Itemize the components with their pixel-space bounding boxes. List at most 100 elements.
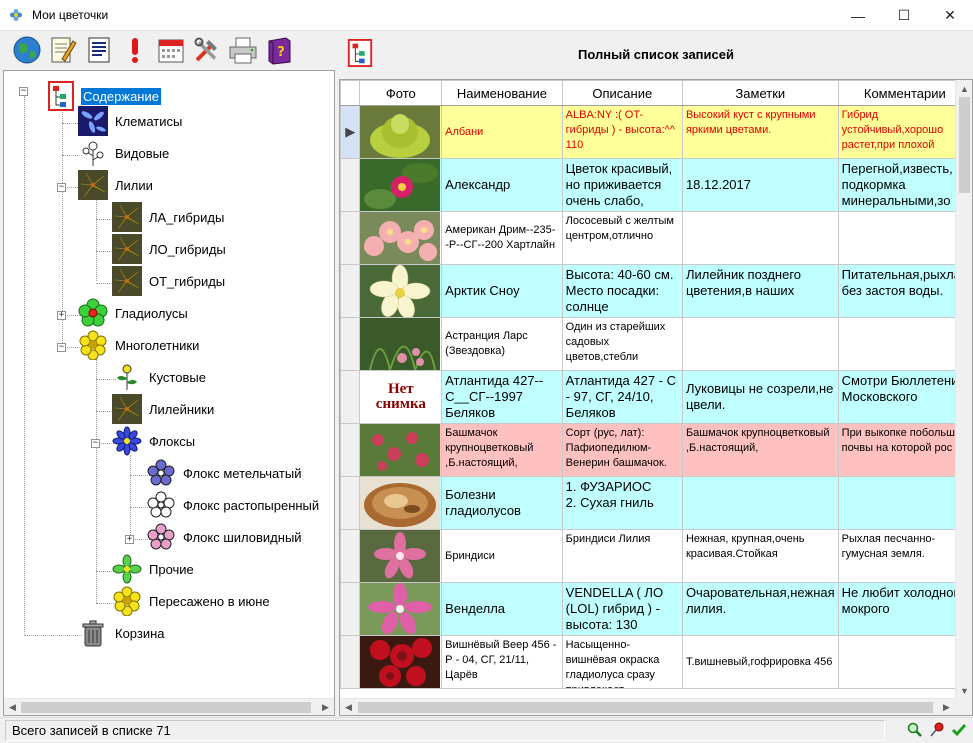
scroll-up-arrow-icon[interactable]: ▲ [956, 80, 972, 97]
row-indicator[interactable] [340, 529, 361, 583]
help-book-icon[interactable]: ? [262, 34, 295, 67]
name-cell: Албани [445, 125, 484, 138]
tree-collapse-root[interactable]: − [19, 87, 28, 96]
tree-horizontal-scrollbar[interactable]: ◀ ▶ [4, 698, 334, 715]
table-row[interactable]: Нет снимка Атлантида 427--С__СГ--1997 Бе… [340, 370, 972, 424]
tree-item-lo-hybrids[interactable]: ЛО_гибриды [112, 234, 228, 264]
column-header-notes[interactable]: Заметки [681, 80, 839, 106]
description-cell: Лососевый с желтым центром,отлично [565, 215, 674, 242]
table-row[interactable]: Вишнёвый Веер 456 - Р - 04, СГ, 21/11, Ц… [340, 635, 972, 689]
table-row[interactable]: Астранция Ларс (Звездовка) Один из старе… [340, 317, 972, 371]
tree-expand-phlox-subulata[interactable]: + [125, 535, 134, 544]
table-row[interactable]: Арктик Сноу Высота: 40-60 см. Место поса… [340, 264, 972, 318]
tree-item-perennials[interactable]: Многолетники [78, 330, 201, 360]
row-indicator[interactable] [340, 211, 361, 265]
tree-collapse-perennials[interactable]: − [57, 343, 66, 352]
tree-item-species[interactable]: Видовые [78, 141, 171, 166]
tree-item-phlox-divaricata[interactable]: Флокс растопыренный [146, 491, 321, 518]
tree-item-trash[interactable]: Корзина [78, 620, 167, 647]
row-indicator[interactable] [340, 317, 361, 371]
photo-cell[interactable] [359, 264, 443, 318]
name-cell: Астранция Ларс (Звездовка) [445, 330, 528, 357]
tree-item-ot-hybrids[interactable]: ОТ_гибриды [112, 266, 227, 296]
tree-item-clematis[interactable]: Клематисы [78, 106, 184, 136]
tree-item-lilies[interactable]: Лилии [78, 170, 155, 200]
row-indicator[interactable] [340, 158, 361, 212]
scroll-down-arrow-icon[interactable]: ▼ [956, 682, 972, 699]
records-grid[interactable]: Фото Наименование Описание Заметки Комме… [339, 79, 973, 716]
maximize-button[interactable]: ☐ [881, 0, 927, 31]
globe-icon[interactable] [10, 34, 43, 67]
row-indicator[interactable] [340, 476, 361, 530]
tree-expand-gladiolus[interactable]: + [57, 311, 66, 320]
photo-cell[interactable] [359, 529, 443, 583]
row-indicator[interactable] [340, 635, 361, 689]
photo-cell[interactable]: Нет снимка [359, 370, 443, 424]
tree-item-shrubs[interactable]: Кустовые [112, 364, 208, 390]
tree-item-la-hybrids[interactable]: ЛА_гибриды [112, 202, 226, 232]
column-header-photo[interactable]: Фото [359, 80, 443, 106]
name-cell: Атлантида 427--С__СГ--1997 Беляков [445, 373, 544, 420]
pin-icon[interactable] [929, 722, 945, 738]
photo-cell[interactable] [359, 317, 443, 371]
tree-collapse-lilies[interactable]: − [57, 183, 66, 192]
printer-icon[interactable] [226, 34, 259, 67]
scroll-left-arrow-icon[interactable]: ◀ [4, 699, 21, 715]
photo-cell[interactable] [359, 211, 443, 265]
scroll-right-arrow-icon[interactable]: ▶ [938, 699, 955, 715]
photo-cell[interactable] [359, 635, 443, 689]
blue-flower-icon [112, 426, 142, 456]
scroll-left-arrow-icon[interactable]: ◀ [340, 699, 357, 715]
grid-horizontal-scrollbar[interactable]: ◀ ▶ [340, 698, 955, 715]
tree-collapse-phlox[interactable]: − [91, 439, 100, 448]
photo-cell[interactable] [359, 582, 443, 636]
plant-photo [360, 212, 441, 264]
row-indicator[interactable] [340, 423, 361, 477]
table-row[interactable]: Бриндиси Бриндиси Лилия Нежная, крупная,… [340, 529, 972, 583]
tree-item-label: ЛА_гибриды [149, 209, 225, 225]
row-indicator[interactable] [340, 582, 361, 636]
category-tree[interactable]: − − + − − + Содержание Клематисы Видовые… [3, 70, 335, 716]
table-row[interactable]: Венделла VENDELLA ( ЛО (LOL) гибрид ) - … [340, 582, 972, 636]
column-header-description[interactable]: Описание [561, 80, 683, 106]
exclamation-icon[interactable] [118, 34, 151, 67]
row-indicator-arrow-icon[interactable]: ▶ [340, 105, 361, 159]
table-row[interactable]: Александр Цветок красивый, но приживаетс… [340, 158, 972, 212]
scroll-thumb[interactable] [358, 702, 933, 713]
table-row[interactable]: Башмачок крупноцветковый ,Б.настоящий, С… [340, 423, 972, 477]
photo-cell[interactable] [359, 158, 443, 212]
document-list-icon[interactable] [82, 34, 115, 67]
tree-item-phlox-paniculata[interactable]: Флокс метельчатый [146, 459, 303, 486]
comments-cell: Питательная,рыхлая без застоя воды. [841, 267, 968, 298]
tree-item-phlox-subulata[interactable]: Флокс шиловидный [146, 523, 304, 550]
tree-item-other[interactable]: Прочие [112, 554, 196, 584]
photo-cell[interactable] [359, 423, 443, 477]
table-row[interactable]: Американ Дрим--235--Р--СГ--200 Хартлайн … [340, 211, 972, 265]
tree-item-transplanted-june[interactable]: Пересажено в июне [112, 586, 272, 616]
photo-cell[interactable] [359, 105, 443, 159]
table-row[interactable]: ▶ Албани ALBA:NY :( OT-гибриды ) - высот… [340, 105, 972, 159]
scroll-thumb[interactable] [21, 702, 311, 713]
tree-item-phlox[interactable]: Флоксы [112, 426, 197, 456]
description-cell: 1. ФУЗАРИОС 2. Сухая гниль [565, 479, 654, 510]
minimize-button[interactable]: — [835, 0, 881, 31]
column-header-comments[interactable]: Комментарии [837, 80, 972, 106]
table-row[interactable]: Болезни гладиолусов 1. ФУЗАРИОС 2. Сухая… [340, 476, 972, 530]
tree-item-daylilies[interactable]: Лилейники [112, 394, 216, 424]
calendar-icon[interactable] [154, 34, 187, 67]
comments-cell: Не любит холодного мокрого [841, 585, 966, 616]
grid-vertical-scrollbar[interactable]: ▲ ▼ [955, 80, 972, 699]
column-header-name[interactable]: Наименование [441, 80, 563, 106]
photo-cell[interactable] [359, 476, 443, 530]
row-indicator[interactable] [340, 264, 361, 318]
description-cell: Насыщенно-вишнёвая окраска гладиолуса ср… [565, 639, 660, 688]
check-icon[interactable] [951, 722, 967, 738]
close-button[interactable]: ✕ [927, 0, 973, 31]
notepad-edit-icon[interactable] [46, 34, 79, 67]
scroll-thumb[interactable] [959, 97, 970, 193]
tree-item-gladiolus[interactable]: Гладиолусы [78, 298, 190, 327]
search-icon[interactable] [907, 722, 923, 738]
row-indicator[interactable] [340, 370, 361, 424]
scroll-right-arrow-icon[interactable]: ▶ [317, 699, 334, 715]
tools-icon[interactable] [190, 34, 223, 67]
